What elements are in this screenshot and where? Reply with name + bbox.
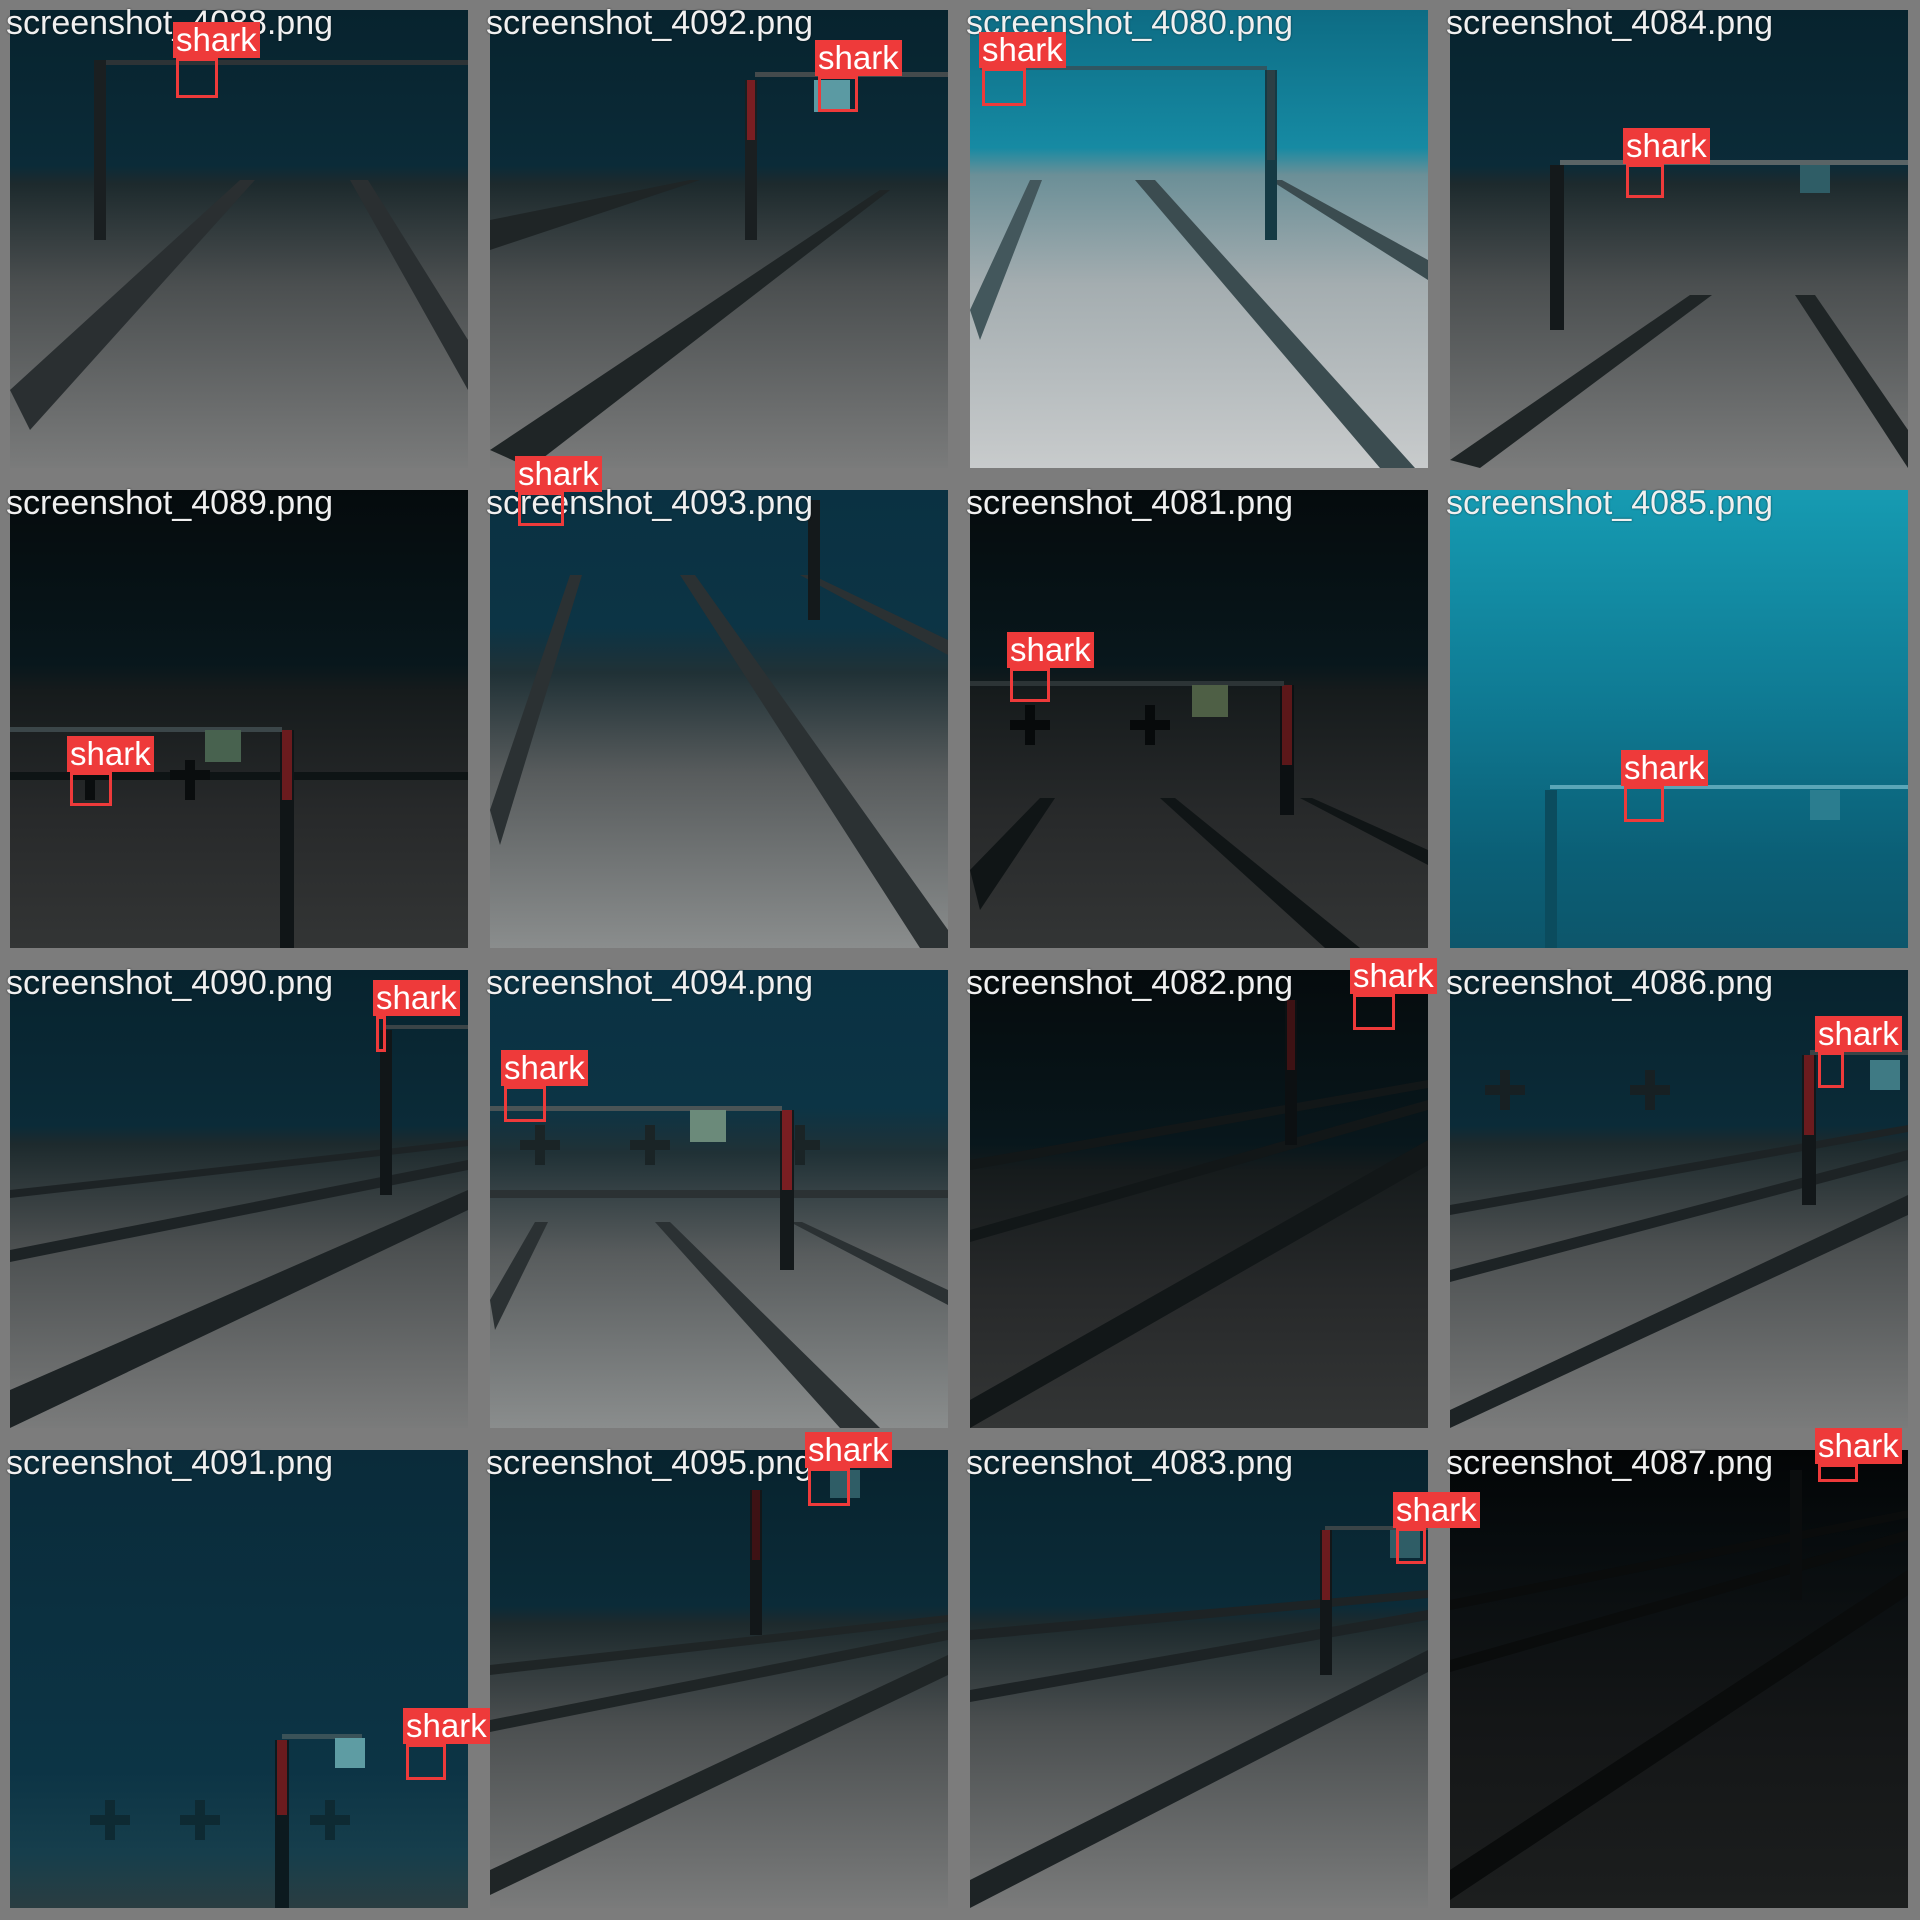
image-tile: screenshot_4087.png shark — [1440, 1428, 1920, 1920]
pool-lane-lines — [1450, 160, 1908, 468]
pool-scene-image — [10, 490, 468, 948]
pool-scene-image — [10, 10, 468, 468]
pool-scene-image — [970, 1450, 1428, 1908]
image-tile: screenshot_4086.png shark — [1440, 960, 1920, 1440]
image-filename-label: screenshot_4092.png — [486, 4, 814, 42]
pool-scene-image — [1450, 490, 1908, 948]
pool-lane-lines — [490, 72, 948, 468]
pool-scene-image — [490, 1450, 948, 1908]
pool-lane-lines — [1450, 1050, 1908, 1428]
image-tile: screenshot_4081.png shark — [960, 480, 1440, 960]
image-tile: screenshot_4089.png shark — [0, 480, 480, 960]
pool-lane-lines — [1545, 785, 1908, 948]
pool-scene-image — [970, 10, 1428, 468]
pool-scene-image — [1450, 1450, 1908, 1908]
pool-scene-image — [490, 970, 948, 1428]
image-filename-label: screenshot_4089.png — [6, 484, 334, 522]
pool-scene-image — [1450, 10, 1908, 468]
image-filename-label: screenshot_4083.png — [966, 1444, 1294, 1482]
image-tile: screenshot_4094.png shark — [480, 960, 960, 1440]
image-filename-label: screenshot_4082.png — [966, 964, 1294, 1002]
pool-lane-lines — [970, 66, 1428, 468]
pool-lane-lines — [90, 1734, 365, 1908]
image-filename-label: screenshot_4086.png — [1446, 964, 1774, 1002]
image-filename-label: screenshot_4095.png — [486, 1444, 814, 1482]
image-filename-label: screenshot_4085.png — [1446, 484, 1774, 522]
image-filename-label: screenshot_4084.png — [1446, 4, 1774, 42]
pool-scene-image — [970, 970, 1428, 1428]
pool-lane-lines — [10, 60, 468, 430]
pool-lane-lines — [970, 1000, 1428, 1428]
image-tile: screenshot_4088.png shark — [0, 0, 480, 480]
image-tile: screenshot_4090.png shark — [0, 960, 480, 1440]
pool-lane-lines — [970, 681, 1428, 948]
pool-lane-lines — [10, 1025, 468, 1428]
pool-scene-image — [490, 10, 948, 468]
image-filename-label: screenshot_4094.png — [486, 964, 814, 1002]
pool-lane-lines — [10, 727, 468, 948]
image-tile: screenshot_4095.png shark — [480, 1432, 960, 1920]
pool-scene-image — [970, 490, 1428, 948]
pool-scene-image — [1450, 970, 1908, 1428]
pool-scene-image — [490, 490, 948, 948]
image-tile: screenshot_4092.png shark — [480, 0, 960, 480]
pool-scene-image — [10, 970, 468, 1428]
image-tile: screenshot_4083.png shark — [960, 1440, 1480, 1920]
pool-lane-lines — [490, 500, 948, 948]
image-filename-label: screenshot_4088.png — [6, 4, 334, 42]
pool-lane-lines — [1450, 1470, 1908, 1900]
image-filename-label: screenshot_4093.png — [486, 484, 814, 522]
image-tile: screenshot_4085.png shark — [1440, 480, 1920, 960]
pool-lane-lines — [970, 1526, 1428, 1908]
image-filename-label: screenshot_4091.png — [6, 1444, 334, 1482]
image-filename-label: screenshot_4080.png — [966, 4, 1294, 42]
image-tile: screenshot_4093.png shark — [480, 456, 960, 960]
image-tile: screenshot_4091.png shark — [0, 1440, 490, 1920]
image-tile: screenshot_4082.png shark — [960, 958, 1440, 1440]
image-grid: screenshot_4088.png shark screenshot_409… — [0, 0, 1920, 1920]
image-tile: screenshot_4084.png shark — [1440, 0, 1920, 480]
image-filename-label: screenshot_4087.png — [1446, 1444, 1774, 1482]
pool-scene-image — [10, 1450, 468, 1908]
pool-lane-lines — [490, 1470, 948, 1895]
image-filename-label: screenshot_4081.png — [966, 484, 1294, 522]
pool-lane-lines — [490, 1106, 948, 1428]
image-tile: screenshot_4080.png shark — [960, 0, 1440, 480]
image-filename-label: screenshot_4090.png — [6, 964, 334, 1002]
